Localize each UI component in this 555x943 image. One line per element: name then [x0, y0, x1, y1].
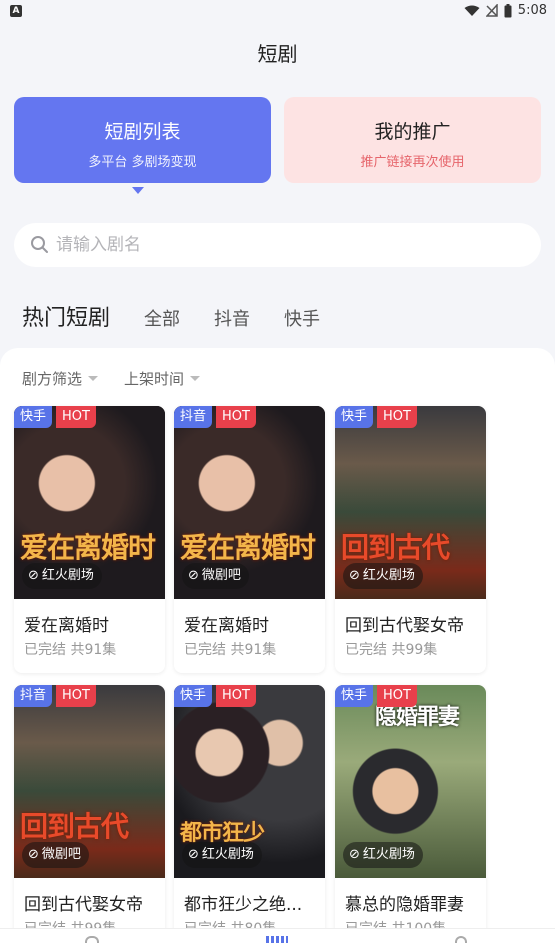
drama-title: 回到古代娶女帝: [345, 616, 464, 636]
source-badge-label: 红火剧场: [362, 847, 415, 862]
link-icon: ⊘: [28, 568, 39, 583]
drama-list-icon[interactable]: [266, 936, 288, 943]
link-icon: ⊘: [28, 847, 39, 862]
bottom-nav: [0, 928, 555, 943]
tab-hot-dramas[interactable]: 热门短剧: [22, 300, 110, 332]
wifi-icon: [464, 5, 480, 16]
drama-title: 爱在离婚时: [24, 616, 109, 636]
category-tabs: 热门短剧 全部 抖音 快手: [22, 300, 354, 332]
poster-title-art: 爱在离婚时: [20, 531, 156, 564]
drama-meta: 已完结 共99集: [345, 642, 438, 658]
platform-tag: 快手: [335, 406, 374, 428]
tab-kuaishou[interactable]: 快手: [284, 305, 320, 331]
link-icon: ⊘: [349, 847, 360, 862]
source-badge: ⊘ 微剧吧: [182, 563, 249, 589]
search-input[interactable]: [56, 223, 526, 267]
drama-poster: 都市狂少 快手 HOT ⊘ 红火剧场: [174, 685, 325, 878]
search-icon: [31, 236, 48, 253]
source-badge: ⊘ 微剧吧: [22, 842, 89, 868]
filter-producer[interactable]: 剧方筛选: [22, 368, 99, 389]
poster-title-art: 爱在离婚时: [180, 531, 316, 564]
link-icon: ⊘: [188, 847, 199, 862]
filter-release-time[interactable]: 上架时间: [124, 368, 201, 389]
tab-all[interactable]: 全部: [144, 305, 180, 331]
drama-poster: 爱在离婚时 抖音 HOT ⊘ 微剧吧: [174, 406, 325, 599]
clock: 5:08: [517, 3, 547, 18]
drama-meta: 已完结 共91集: [184, 642, 277, 658]
page-title: 短剧: [257, 42, 298, 66]
filter-release-time-label: 上架时间: [124, 370, 185, 388]
drama-card[interactable]: 隐婚罪妻 快手 HOT ⊘红火剧场 慕总的隐婚罪妻 已完结 共100集: [335, 685, 486, 943]
source-badge-label: 红火剧场: [41, 568, 94, 583]
drama-card[interactable]: 回到古代 抖音 HOT ⊘微剧吧 回到古代娶女帝 已完结 共99集: [14, 685, 165, 943]
battery-icon: [504, 3, 512, 17]
profile-icon[interactable]: [455, 936, 467, 943]
notification-icon: A: [10, 5, 22, 17]
source-badge: ⊘ 红火剧场: [182, 842, 262, 868]
drama-poster: 回到古代 快手 HOT ⊘ 红火剧场: [335, 406, 486, 599]
source-badge-label: 微剧吧: [41, 847, 81, 862]
hot-tag: HOT: [377, 406, 417, 428]
drama-list-card[interactable]: 短剧列表 多平台 多剧场变现: [14, 97, 271, 183]
source-badge: ⊘ 红火剧场: [22, 563, 102, 589]
drama-card[interactable]: 回到古代 快手 HOT ⊘ 红火剧场 回到古代娶女帝 已完结 共99集: [335, 406, 486, 673]
active-card-indicator: [132, 187, 144, 194]
drama-poster: 回到古代 抖音 HOT ⊘ 微剧吧: [14, 685, 165, 878]
search-bar[interactable]: [14, 223, 541, 267]
platform-tag: 快手: [14, 406, 53, 428]
status-icons: 5:08: [464, 3, 547, 18]
source-badge: ⊘ 红火剧场: [343, 563, 423, 589]
my-promotion-card-title: 我的推广: [374, 121, 451, 143]
chevron-down-icon: [190, 376, 201, 381]
link-icon: ⊘: [188, 568, 199, 583]
platform-tag: 快手: [335, 685, 374, 707]
drama-card[interactable]: 爱在离婚时 抖音 HOT ⊘ 微剧吧 爱在离婚时 已完结 共91集: [174, 406, 325, 673]
drama-card[interactable]: 爱在离婚时 快手 HOT ⊘ 红火剧场 爱在离婚时 已完结 共91集: [14, 406, 165, 673]
my-promotion-card[interactable]: 我的推广 推广链接再次使用: [284, 97, 541, 183]
hot-tag: HOT: [216, 685, 256, 707]
platform-tag: 快手: [174, 685, 213, 707]
home-icon[interactable]: [85, 936, 99, 943]
platform-tag: 抖音: [14, 685, 53, 707]
source-badge-label: 红火剧场: [362, 568, 415, 583]
source-badge-label: 微剧吧: [201, 568, 241, 583]
hot-tag: HOT: [56, 685, 96, 707]
tab-douyin[interactable]: 抖音: [214, 305, 250, 331]
status-bar: A 5:08: [0, 0, 555, 24]
poster-title-art: 回到古代: [341, 531, 450, 564]
drama-meta: 已完结 共91集: [24, 642, 117, 658]
drama-poster: 爱在离婚时 快手 HOT ⊘ 红火剧场: [14, 406, 165, 599]
drama-list-card-subtitle: 多平台 多剧场变现: [88, 155, 197, 170]
drama-list-card-title: 短剧列表: [104, 121, 181, 143]
source-badge-label: 红火剧场: [201, 847, 254, 862]
hot-tag: HOT: [377, 685, 417, 707]
drama-title: 都市狂少之绝...: [184, 895, 303, 915]
hot-tag: HOT: [216, 406, 256, 428]
drama-card[interactable]: 都市狂少 快手 HOT ⊘红火剧场 都市狂少之绝... 已完结 共80集: [174, 685, 325, 943]
chevron-down-icon: [88, 376, 99, 381]
filter-bar: 剧方筛选 上架时间: [22, 368, 201, 389]
drama-title: 回到古代娶女帝: [24, 895, 143, 915]
hot-tag: HOT: [56, 406, 96, 428]
source-badge: ⊘ 红火剧场: [343, 842, 423, 868]
signal-off-icon: [485, 4, 498, 17]
drama-poster: 隐婚罪妻 快手 HOT ⊘ 红火剧场: [335, 685, 486, 878]
link-icon: ⊘: [349, 568, 360, 583]
drama-title: 爱在离婚时: [184, 616, 269, 636]
poster-title-art: 回到古代: [20, 810, 129, 843]
drama-title: 慕总的隐婚罪妻: [345, 895, 464, 915]
platform-tag: 抖音: [174, 406, 213, 428]
filter-producer-label: 剧方筛选: [22, 370, 83, 388]
my-promotion-card-subtitle: 推广链接再次使用: [360, 155, 465, 170]
